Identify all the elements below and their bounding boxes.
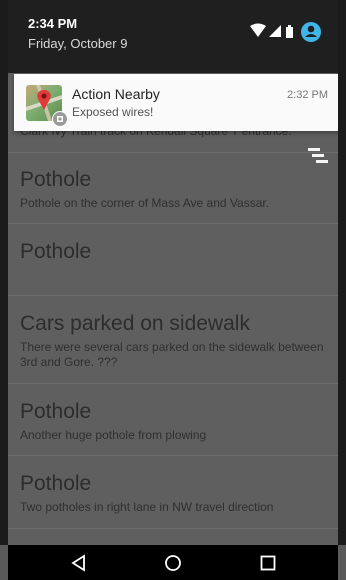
list-item-description: Pothole on the corner of Mass Ave and Va…: [20, 196, 270, 210]
list-item[interactable]: Pothole Another huge pothole from plowin…: [8, 384, 338, 456]
app-badge-icon: [52, 111, 68, 127]
list-item[interactable]: Cars parked on sidewalk There were sever…: [8, 296, 338, 384]
wifi-icon: [250, 23, 266, 37]
list-item-description: There were several cars parked on the si…: [20, 340, 324, 369]
list-item-title: Cars parked on sidewalk: [20, 312, 250, 335]
back-icon[interactable]: [70, 554, 88, 572]
account-icon[interactable]: [301, 22, 321, 42]
recents-icon[interactable]: [259, 554, 277, 572]
status-icons: [248, 20, 324, 44]
signal-icon: [269, 25, 281, 37]
list-item[interactable]: Pothole Two potholes in right lane in NW…: [8, 456, 338, 529]
list-item-title: Pothole: [20, 168, 92, 191]
battery-icon: [286, 25, 293, 38]
list-item-description: Another huge pothole from plowing: [20, 428, 207, 442]
device-frame-right: [338, 0, 346, 545]
home-icon[interactable]: [164, 554, 182, 572]
navigation-bar: [8, 545, 338, 580]
list-item[interactable]: Pothole: [8, 224, 338, 296]
list-item-description: Two potholes in right lane in NW travel …: [20, 500, 274, 514]
notification-shade-header[interactable]: 2:34 PM Friday, October 9: [8, 0, 338, 73]
notification-text: Exposed wires!: [72, 105, 154, 119]
status-date: Friday, October 9: [28, 36, 128, 51]
status-time: 2:34 PM: [28, 16, 78, 31]
list-item-title: Pothole: [20, 400, 92, 423]
list-item-title: Pothole: [20, 472, 92, 495]
list-item[interactable]: Pothole Pothole on the corner of Mass Av…: [8, 152, 338, 224]
notification-card[interactable]: Action Nearby Exposed wires! 2:32 PM: [14, 74, 346, 131]
list-item-title: Pothole: [20, 240, 92, 263]
notification-title: Action Nearby: [72, 86, 160, 102]
notification-time: 2:32 PM: [287, 89, 328, 101]
device-frame-left: [0, 0, 8, 545]
